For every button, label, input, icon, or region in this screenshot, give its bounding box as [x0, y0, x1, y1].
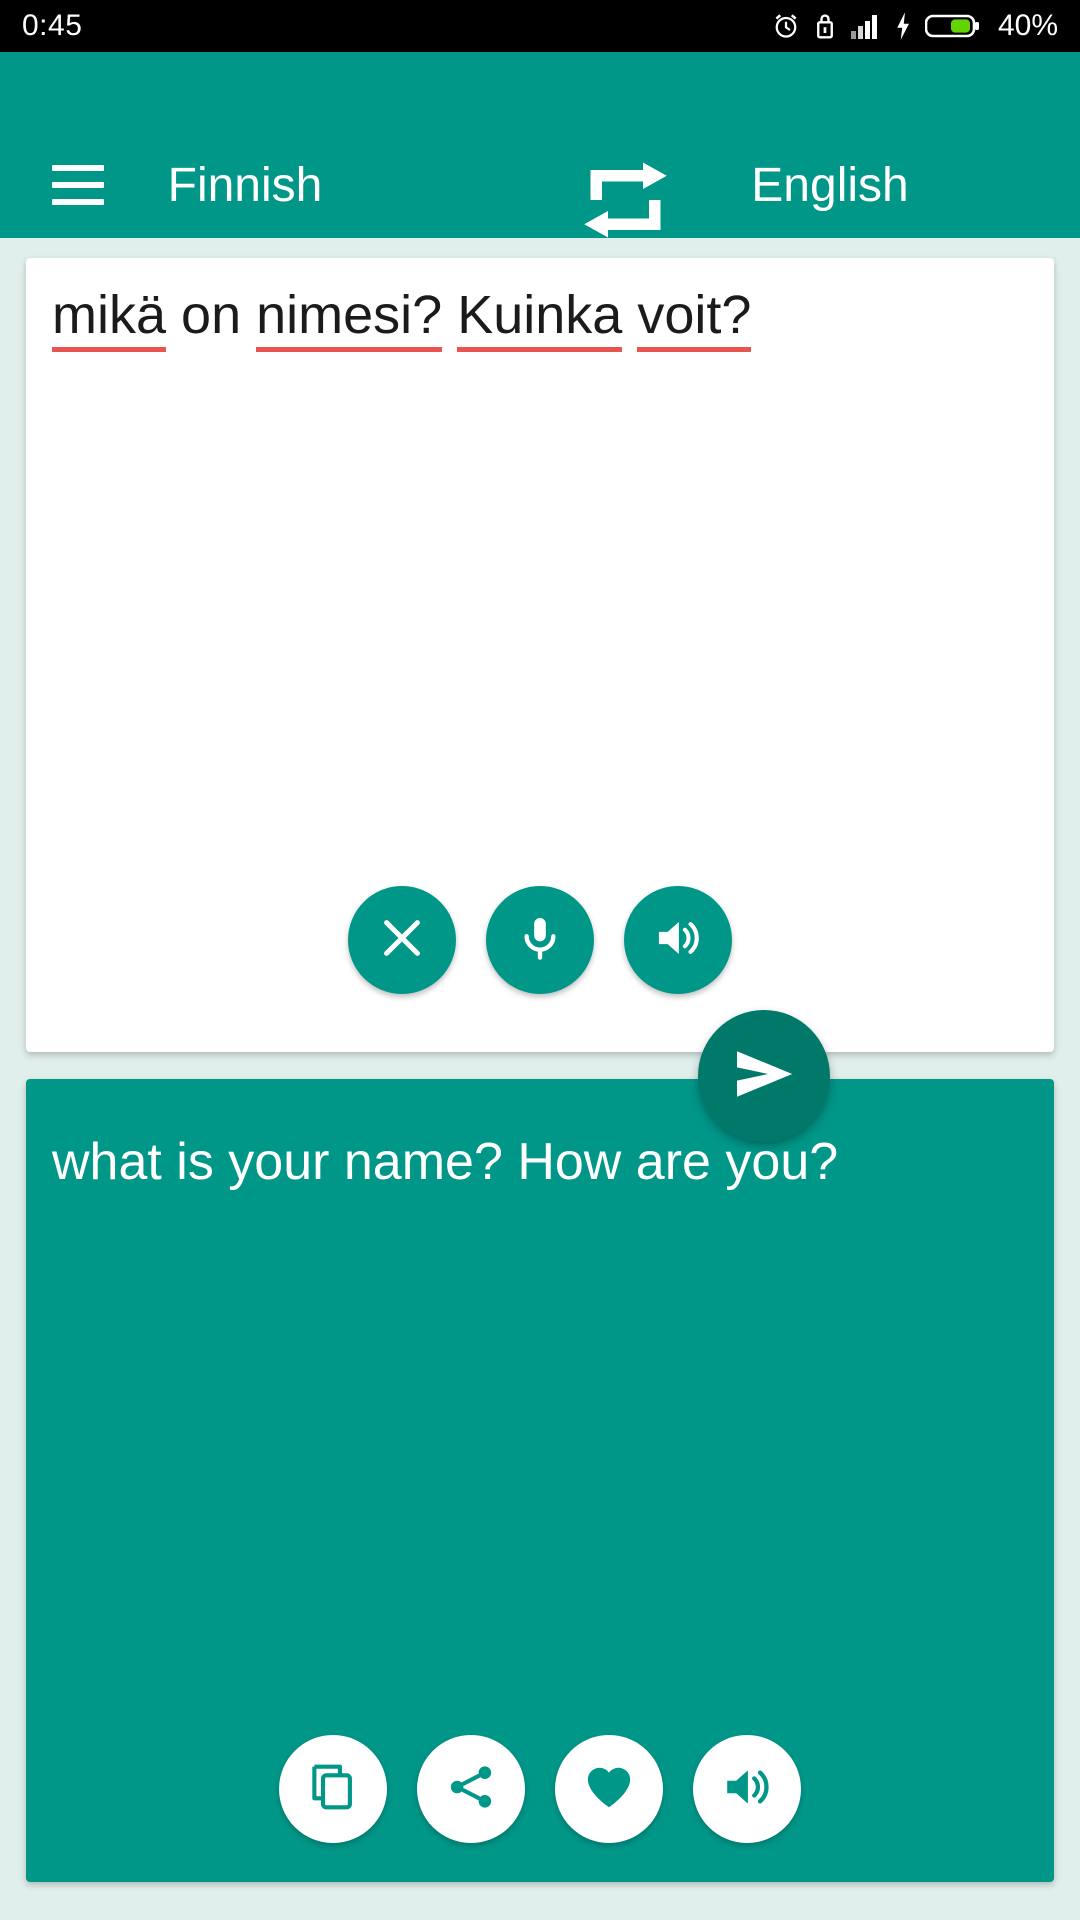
- translated-text-card: what is your name? How are you?: [26, 1079, 1054, 1882]
- share-button[interactable]: [417, 1735, 525, 1843]
- share-icon: [445, 1761, 497, 1818]
- microphone-icon: [515, 913, 565, 968]
- source-language-selector[interactable]: Finnish: [0, 152, 490, 220]
- battery-percentage: 40%: [997, 9, 1058, 42]
- speaker-icon: [652, 912, 704, 969]
- status-bar-icons: 40%: [771, 11, 1058, 41]
- source-word: mikä: [52, 285, 167, 352]
- speak-input-button[interactable]: [624, 886, 732, 994]
- speaker-icon: [720, 1760, 774, 1819]
- microphone-button[interactable]: [486, 886, 594, 994]
- source-word: Kuinka: [457, 285, 623, 352]
- source-text-input[interactable]: mikä on nimesi? Kuinka voit?: [52, 280, 1002, 352]
- source-word: voit?: [637, 285, 752, 352]
- copy-button[interactable]: [279, 1735, 387, 1843]
- heart-icon: [582, 1760, 636, 1819]
- copy-icon: [307, 1761, 359, 1818]
- source-actions-row: [26, 886, 1054, 994]
- lock-icon: [814, 11, 836, 41]
- charging-bolt-icon: [894, 11, 912, 41]
- target-language-selector[interactable]: English: [580, 152, 1080, 220]
- source-word: nimesi?: [256, 285, 443, 352]
- output-actions-row: [26, 1735, 1054, 1843]
- battery-icon: [924, 11, 981, 41]
- source-word: on: [181, 285, 242, 345]
- speak-output-button[interactable]: [693, 1735, 801, 1843]
- signal-icon: [849, 11, 881, 41]
- app-screen: 0:45 40% Finnish English mikä on nimesi?…: [0, 0, 1080, 1920]
- translated-text: what is your name? How are you?: [52, 1133, 839, 1191]
- status-bar: 0:45 40%: [0, 0, 1080, 52]
- alarm-icon: [771, 11, 801, 41]
- close-icon: [377, 913, 427, 968]
- send-icon: [728, 1038, 800, 1115]
- send-button[interactable]: [698, 1010, 830, 1142]
- status-bar-clock: 0:45: [22, 9, 83, 42]
- clear-button[interactable]: [348, 886, 456, 994]
- source-text-card: mikä on nimesi? Kuinka voit?: [26, 258, 1054, 1052]
- favorite-button[interactable]: [555, 1735, 663, 1843]
- app-toolbar: Finnish English: [0, 52, 1080, 238]
